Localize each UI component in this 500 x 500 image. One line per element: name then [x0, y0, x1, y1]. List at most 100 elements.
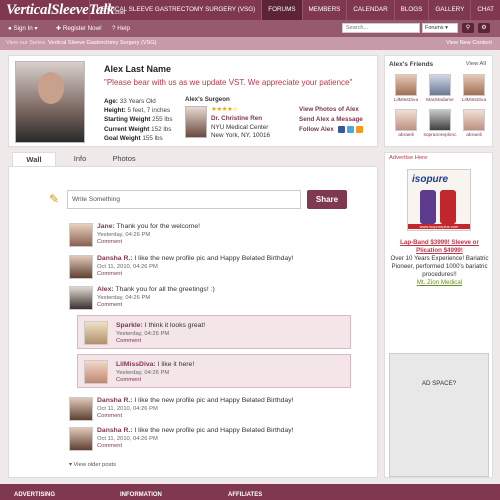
rss-icon[interactable] — [355, 125, 363, 133]
post-author[interactable]: LilMissDiva: — [116, 361, 156, 368]
post-date: Oct 11, 2010, 04:26 PM — [97, 264, 158, 270]
friend-name[interactable]: MacMadame — [423, 98, 457, 103]
friend-avatar[interactable] — [429, 109, 451, 131]
friend-name[interactable]: abraeili — [457, 133, 491, 138]
nav-forums[interactable]: FORUMS — [261, 0, 302, 20]
twitter-icon[interactable] — [346, 125, 354, 133]
post-avatar[interactable] — [69, 223, 93, 247]
sign-in-link[interactable]: ● Sign In ▾ — [8, 25, 38, 32]
post-author[interactable]: Dansha R.: — [97, 255, 133, 262]
post-author[interactable]: Dansha R.: — [97, 427, 133, 434]
post-date: Oct 11, 2010, 04:26 PM — [97, 436, 158, 442]
nav-blogs[interactable]: BLOGS — [393, 0, 429, 20]
post-avatar[interactable] — [69, 286, 93, 310]
post-author[interactable]: Jane: — [97, 223, 115, 230]
footer-advertising[interactable]: ADVERTISING — [14, 492, 55, 498]
footer-affiliates[interactable]: AFFILIATES — [228, 492, 262, 498]
breadcrumb-current[interactable]: Vertical Sleeve Gastrectomy Surgery (VSG… — [48, 40, 157, 46]
post-avatar[interactable] — [69, 397, 93, 421]
older-posts-label: View older posts — [73, 462, 116, 468]
isopure-ad-image[interactable]: isopure www.isopureplus.com — [407, 169, 471, 231]
ad-space-placeholder[interactable]: AD SPACE? — [389, 353, 489, 477]
friend-avatar[interactable] — [463, 74, 485, 96]
chevron-down-icon: ▾ — [69, 462, 72, 468]
view-older-posts-link[interactable]: ▾ View older posts — [69, 462, 116, 468]
post-comment-link[interactable]: Comment — [97, 239, 122, 245]
post-comment-link[interactable]: Comment — [116, 338, 141, 344]
wall-panel: ✎ Write Something Share Jane: Thank you … — [8, 166, 378, 478]
friend-name[interactable]: LilMissDiva — [389, 98, 423, 103]
post-message: I like it here! — [157, 361, 195, 368]
stat-height: Height: 5 feet, 7 inches — [104, 107, 171, 115]
friend-avatar[interactable] — [429, 74, 451, 96]
surgeon-name[interactable]: Dr. Christine Ren — [211, 115, 270, 124]
register-link[interactable]: ✚ Register Now! — [56, 25, 102, 32]
post-message: I like the new profile pic and Happy Bel… — [134, 397, 294, 404]
post-comment-link[interactable]: Comment — [97, 413, 122, 419]
post-date: Yesterday, 04:26 PM — [116, 370, 170, 376]
search-scope-select[interactable]: Forums ▾ — [422, 23, 458, 33]
ad-title-link[interactable]: Lap-Band $3999! Sleeve or Plication $499… — [389, 239, 490, 255]
tab-info[interactable]: Info — [60, 152, 100, 166]
wall-post: Dansha R.: I like the new profile pic an… — [69, 427, 351, 453]
breadcrumb-home[interactable]: View our Series — [6, 40, 45, 46]
friend-avatar[interactable] — [395, 109, 417, 131]
friends-view-all-link[interactable]: View All — [466, 61, 486, 67]
footer: ADVERTISING INFORMATION AFFILIATES — [0, 484, 500, 500]
friend-name[interactable]: sopranoreplonc — [423, 133, 457, 138]
friend-avatar[interactable] — [395, 74, 417, 96]
write-something-input[interactable]: Write Something — [67, 190, 301, 209]
post-text: Dansha R.: I like the new profile pic an… — [97, 427, 293, 434]
surgeon-info: Dr. Christine Ren NYU Medical Center New… — [211, 115, 270, 141]
user-bar: ● Sign In ▾ ✚ Register Now! ? Help Searc… — [0, 20, 500, 37]
search-input[interactable]: Search... — [342, 23, 420, 33]
friend-avatar[interactable] — [463, 109, 485, 131]
ad-column: Advertise Here isopure www.isopureplus.c… — [384, 152, 493, 478]
help-link[interactable]: ? Help — [112, 25, 130, 32]
friend-name[interactable]: LilMissDiva — [457, 98, 491, 103]
send-message-link[interactable]: Send Alex a Message — [299, 115, 363, 125]
friend-name[interactable]: abraeili — [389, 133, 423, 138]
share-button[interactable]: Share — [307, 190, 347, 209]
facebook-icon[interactable] — [337, 125, 345, 133]
wall-post: Jane: Thank you for the welcome! Yesterd… — [69, 223, 351, 249]
post-avatar[interactable] — [84, 321, 108, 345]
view-new-content-link[interactable]: View New Content — [446, 40, 492, 46]
post-author[interactable]: Sparkle: — [116, 322, 143, 329]
main-nav: VERTICAL SLEEVE GASTRECTOMY SURGERY (VSG… — [89, 0, 500, 20]
ad-url: www.isopureplus.com — [408, 224, 470, 229]
ad-body: Over 10 Years Experience! Bariatric Pion… — [390, 255, 489, 278]
post-comment-link[interactable]: Comment — [97, 271, 122, 277]
help-label: Help — [117, 25, 130, 32]
tab-photos[interactable]: Photos — [102, 152, 146, 166]
nav-members[interactable]: MEMBERS — [301, 0, 347, 20]
post-author[interactable]: Alex: — [97, 286, 114, 293]
search-icon[interactable]: ⚲ — [462, 23, 474, 33]
post-comment-link[interactable]: Comment — [97, 443, 122, 449]
post-avatar[interactable] — [69, 427, 93, 451]
tab-wall[interactable]: Wall — [12, 152, 56, 166]
nav-gallery[interactable]: GALLERY — [428, 0, 470, 20]
wall-reply: Sparkle: I think it looks great! Yesterd… — [77, 315, 351, 349]
nav-calendar[interactable]: CALENDAR — [346, 0, 393, 20]
wall-post: Dansha R.: I like the new profile pic an… — [69, 255, 351, 281]
nav-chat[interactable]: CHAT — [470, 0, 500, 20]
wall-reply: LilMissDiva: I like it here! Yesterday, … — [77, 354, 351, 388]
post-avatar[interactable] — [69, 255, 93, 279]
post-author[interactable]: Dansha R.: — [97, 397, 133, 404]
view-photos-link[interactable]: View Photos of Alex — [299, 105, 363, 115]
post-comment-link[interactable]: Comment — [97, 302, 122, 308]
advertise-here-link[interactable]: Advertise Here — [389, 155, 427, 161]
surgeon-photo[interactable] — [185, 106, 207, 138]
breadcrumb: View our Series Vertical Sleeve Gastrect… — [0, 37, 500, 50]
gear-icon[interactable]: ⚙ — [478, 23, 490, 33]
nav-vsg[interactable]: VERTICAL SLEEVE GASTRECTOMY SURGERY (VSG… — [89, 0, 261, 20]
post-message: Thank you for the welcome! — [116, 223, 201, 230]
profile-tabs: Wall Info Photos — [8, 152, 378, 166]
ad-sponsor-link[interactable]: Mt. Zion Medical — [389, 279, 490, 287]
footer-information[interactable]: INFORMATION — [120, 492, 162, 498]
post-avatar[interactable] — [84, 360, 108, 384]
post-comment-link[interactable]: Comment — [116, 377, 141, 383]
stat-goal-weight: Goal Weight 155 lbs — [104, 134, 163, 142]
top-bar: VerticalSleeveTalk.com VERTICAL SLEEVE G… — [0, 0, 500, 20]
